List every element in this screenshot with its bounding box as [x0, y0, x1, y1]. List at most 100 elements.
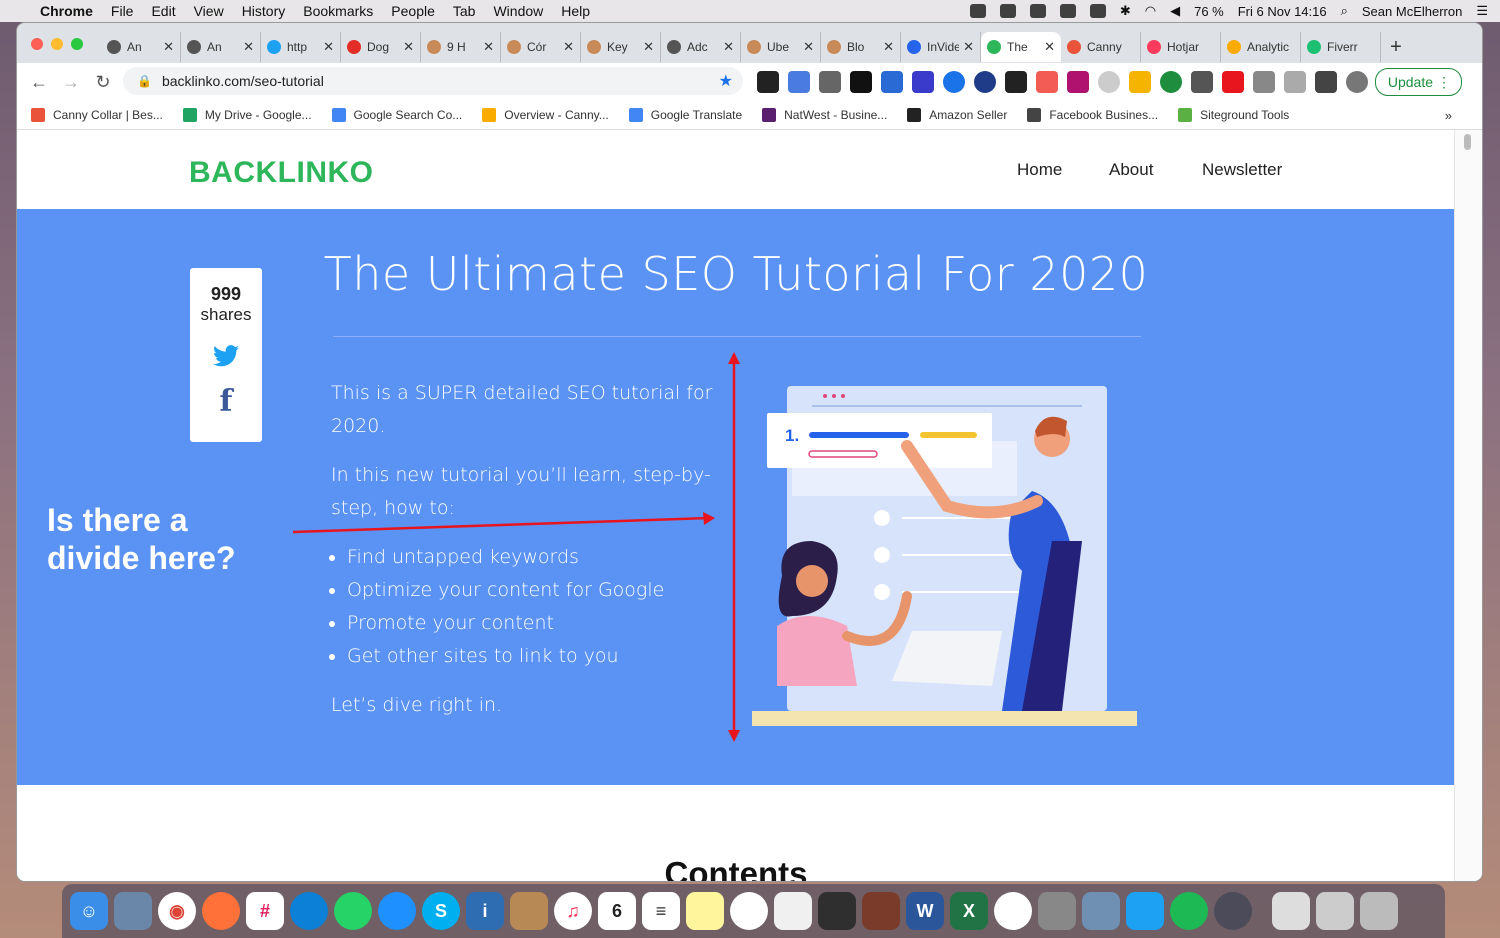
twitter-app-icon[interactable] [1126, 892, 1164, 930]
launchpad-icon[interactable] [1214, 892, 1252, 930]
menu-tab[interactable]: Tab [453, 3, 476, 19]
browser-tab[interactable]: Adc ✕ [661, 32, 741, 62]
bookmark-item[interactable]: Siteground Tools [1178, 108, 1289, 122]
close-tab-icon[interactable]: ✕ [1044, 39, 1055, 55]
recent-window-icon[interactable] [1272, 892, 1310, 930]
close-tab-icon[interactable]: ✕ [883, 39, 894, 55]
evernote-icon[interactable] [730, 892, 768, 930]
extension-icon[interactable] [1036, 71, 1058, 93]
browser-tab[interactable]: Hotjar [1141, 32, 1221, 62]
new-tab-button[interactable]: + [1381, 32, 1411, 62]
bookmark-item[interactable]: Amazon Seller [907, 108, 1007, 122]
close-tab-icon[interactable]: ✕ [963, 39, 974, 55]
bluetooth-icon[interactable]: ✱ [1120, 3, 1131, 19]
lock-icon[interactable]: 🔒 [137, 74, 152, 88]
puzzle-icon[interactable] [1315, 71, 1337, 93]
whatsapp-icon[interactable] [334, 892, 372, 930]
nav-about[interactable]: About [1109, 160, 1153, 180]
browser-tab[interactable]: An ✕ [101, 32, 181, 62]
bookmark-item[interactable]: NatWest - Busine... [762, 108, 887, 122]
extension-icon[interactable] [881, 71, 903, 93]
extension-icon[interactable] [1129, 71, 1151, 93]
spotlight-icon[interactable]: ⌕ [1341, 3, 1348, 19]
backlinko-logo[interactable]: BACKLINKO [189, 156, 374, 190]
battery-percent[interactable]: 76 % [1194, 4, 1224, 19]
extension-icon[interactable] [819, 71, 841, 93]
bookmark-item[interactable]: Overview - Canny... [482, 108, 609, 122]
browser-tab[interactable]: Ube ✕ [741, 32, 821, 62]
close-tab-icon[interactable]: ✕ [803, 39, 814, 55]
control-center-icon[interactable]: ☰ [1476, 3, 1488, 19]
textedit-icon[interactable] [774, 892, 812, 930]
menu-people[interactable]: People [391, 3, 435, 19]
browser-tab[interactable]: http ✕ [261, 32, 341, 62]
word-icon[interactable]: W [906, 892, 944, 930]
back-arrow-icon[interactable]: ← [23, 72, 55, 93]
spotify-icon[interactable] [1170, 892, 1208, 930]
extension-icon[interactable] [788, 71, 810, 93]
browser-tab[interactable]: The ✕ [981, 32, 1061, 62]
malwarebytes-icon[interactable] [999, 4, 1016, 18]
url-text[interactable]: backlinko.com/seo-tutorial [162, 73, 324, 89]
cloud-icon[interactable] [1029, 4, 1046, 18]
edge-icon[interactable] [290, 892, 328, 930]
slack-icon[interactable]: # [246, 892, 284, 930]
trash-icon[interactable] [1360, 892, 1398, 930]
calendar-icon[interactable]: 6 [598, 892, 636, 930]
image-capture-icon[interactable] [1082, 892, 1120, 930]
photos-icon[interactable] [994, 892, 1032, 930]
address-bar[interactable]: 🔒 backlinko.com/seo-tutorial ★ [123, 67, 743, 95]
browser-tab[interactable]: Blo ✕ [821, 32, 901, 62]
browser-tab[interactable]: Fiverr [1301, 32, 1381, 62]
reload-icon[interactable]: ↻ [87, 72, 119, 93]
reminders-icon[interactable]: ≡ [642, 892, 680, 930]
bookmark-star-icon[interactable]: ★ [719, 71, 733, 91]
close-tab-icon[interactable]: ✕ [563, 39, 574, 55]
extension-icon[interactable] [1284, 71, 1306, 93]
extension-icon[interactable] [1098, 71, 1120, 93]
photo-booth-icon[interactable] [862, 892, 900, 930]
browser-tab[interactable]: Analytic [1221, 32, 1301, 62]
dropbox-icon[interactable] [969, 4, 986, 18]
close-tab-icon[interactable]: ✕ [643, 39, 654, 55]
menu-file[interactable]: File [111, 3, 134, 19]
bookmark-item[interactable]: Facebook Busines... [1027, 108, 1158, 122]
finder-icon[interactable]: ☺ [70, 892, 108, 930]
browser-tab[interactable]: Dog ✕ [341, 32, 421, 62]
browser-tab[interactable]: An ✕ [181, 32, 261, 62]
minimize-window-button[interactable] [51, 38, 63, 50]
menu-history[interactable]: History [242, 3, 286, 19]
nav-newsletter[interactable]: Newsletter [1202, 160, 1282, 180]
browser-tab[interactable]: Canny [1061, 32, 1141, 62]
extension-icon[interactable] [1191, 71, 1213, 93]
airplay-icon[interactable] [1089, 4, 1106, 18]
menu-app-name[interactable]: Chrome [40, 3, 93, 19]
extension-icon[interactable] [1253, 71, 1275, 93]
zoom-window-button[interactable] [71, 38, 83, 50]
sketch-app-icon[interactable] [818, 892, 856, 930]
browser-tab[interactable]: InVideo✕ [901, 32, 981, 62]
kebab-menu-icon[interactable]: ⋮ [1437, 74, 1451, 91]
menu-bookmarks[interactable]: Bookmarks [303, 3, 373, 19]
facebook-icon[interactable]: f [190, 384, 262, 419]
time-machine-icon[interactable] [1059, 4, 1076, 18]
excel-icon[interactable]: X [950, 892, 988, 930]
recent-window-icon[interactable] [1316, 892, 1354, 930]
extension-icon[interactable] [912, 71, 934, 93]
browser-tab[interactable]: 9 H ✕ [421, 32, 501, 62]
close-window-button[interactable] [31, 38, 43, 50]
extension-icon[interactable] [974, 71, 996, 93]
extension-icon[interactable] [943, 71, 965, 93]
extension-icon[interactable] [1222, 71, 1244, 93]
extension-icon[interactable] [850, 71, 872, 93]
messages-icon[interactable] [378, 892, 416, 930]
bookmark-item[interactable]: Canny Collar | Bes... [31, 108, 163, 122]
volume-icon[interactable]: ◀ [1170, 3, 1180, 19]
bookmark-item[interactable]: Google Translate [628, 108, 742, 122]
menu-edit[interactable]: Edit [151, 3, 175, 19]
close-tab-icon[interactable]: ✕ [163, 39, 174, 55]
close-tab-icon[interactable]: ✕ [243, 39, 254, 55]
music-icon[interactable]: ♫ [554, 892, 592, 930]
wifi-icon[interactable]: ◠ [1145, 3, 1156, 19]
bookmark-item[interactable]: Google Search Co... [331, 108, 462, 122]
